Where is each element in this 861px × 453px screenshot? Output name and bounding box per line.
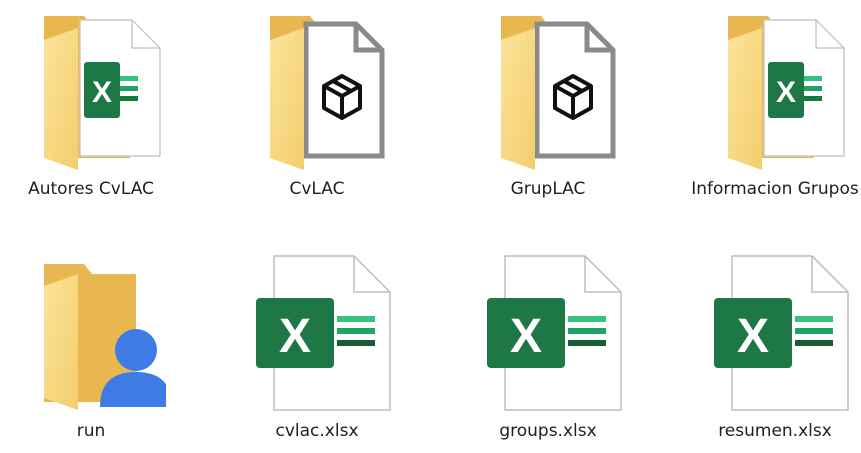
svg-text:X: X (737, 310, 769, 363)
folder-run[interactable]: run (6, 262, 176, 446)
folder-autores-cvlac[interactable]: X Autores CvLAC (6, 10, 176, 204)
item-label: Informacion Grupos (691, 179, 859, 199)
folder-icon (16, 262, 172, 416)
item-label: Autores CvLAC (28, 179, 154, 199)
svg-text:X: X (776, 76, 796, 109)
folder-icon (242, 10, 392, 174)
excel-file-icon: X (473, 250, 623, 416)
excel-icon: X (768, 62, 824, 118)
item-label: cvlac.xlsx (275, 421, 359, 441)
folder-cvlac[interactable]: CvLAC (232, 10, 402, 204)
file-resumen-xlsx[interactable]: X resumen.xlsx (690, 250, 860, 446)
file-cvlac-xlsx[interactable]: X cvlac.xlsx (232, 250, 402, 446)
svg-text:X: X (279, 310, 311, 363)
folder-gruplac[interactable]: GrupLAC (463, 10, 633, 204)
svg-text:X: X (510, 310, 542, 363)
excel-file-icon: X (242, 250, 392, 416)
svg-text:X: X (92, 76, 112, 109)
file-groups-xlsx[interactable]: X groups.xlsx (463, 250, 633, 446)
folder-icon (473, 10, 623, 174)
item-label: run (76, 421, 106, 441)
excel-file-icon: X (700, 250, 850, 416)
item-label: groups.xlsx (499, 421, 597, 441)
item-label: GrupLAC (510, 179, 586, 199)
item-label: resumen.xlsx (718, 421, 832, 441)
item-label: CvLAC (289, 179, 345, 199)
folder-icon: X (16, 10, 166, 174)
excel-icon: X (84, 62, 140, 118)
folder-icon: X (700, 10, 850, 174)
folder-informacion-grupos[interactable]: X Informacion Grupos (690, 10, 860, 204)
